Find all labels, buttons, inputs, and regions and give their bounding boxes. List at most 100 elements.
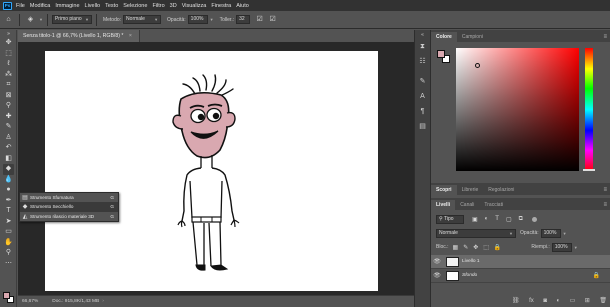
filter-type-icon[interactable]: T [495, 216, 499, 222]
tab-librerie[interactable]: Librerie [457, 185, 484, 195]
zoom-level[interactable]: 66,67% [22, 299, 38, 304]
new-layer-icon[interactable]: ⊞ [585, 297, 590, 304]
zoom-tool-icon[interactable]: ⚲ [3, 248, 14, 259]
marquee-tool-icon[interactable]: ⬚ [3, 49, 14, 60]
menu-visualizza[interactable]: Visualizza [182, 3, 207, 9]
glyphs-panel-icon[interactable]: ▤ [415, 120, 430, 134]
expand-chevrons-icon[interactable]: « [415, 31, 430, 39]
healing-brush-tool-icon[interactable]: ✚ [3, 112, 14, 123]
lock-icon[interactable]: 🔒 [593, 272, 600, 279]
menu-filtro[interactable]: Filtro [152, 3, 164, 9]
bucket-tool-preset-icon[interactable]: ◈ [26, 15, 35, 24]
layer-row-sfondo[interactable]: 👁 Sfondo 🔒 [431, 269, 610, 283]
tab-livelli[interactable]: Livelli [431, 200, 456, 210]
menu-livello[interactable]: Livello [85, 3, 101, 9]
blend-mode-select[interactable]: Normale ▼ [436, 228, 516, 238]
lasso-tool-icon[interactable]: ℓ [3, 59, 14, 70]
menu-selezione[interactable]: Selezione [123, 3, 147, 9]
flyout-item-3d-material-drop[interactable]: ◭ Strumento rilascio materiale 3D G [20, 212, 118, 221]
more-tools-icon[interactable]: ⋯ [3, 259, 14, 270]
paint-bucket-tool-icon[interactable]: ◆ [3, 164, 14, 175]
frame-tool-icon[interactable]: ⊠ [3, 91, 14, 102]
panel-menu-icon[interactable]: ≡ [603, 200, 607, 210]
filter-adjustment-icon[interactable]: ◐ [485, 216, 489, 222]
chevron-down-icon[interactable]: ▼ [39, 17, 43, 22]
dodge-tool-icon[interactable]: ● [3, 185, 14, 196]
adjustment-layer-icon[interactable]: ◐ [556, 298, 560, 304]
tab-regolazioni[interactable]: Regolazioni [483, 185, 519, 195]
hue-slider-handle[interactable] [583, 169, 595, 171]
pen-tool-icon[interactable]: ✒ [3, 196, 14, 207]
layer-opacity-input[interactable]: 100% [540, 228, 561, 238]
rectangle-tool-icon[interactable]: ▭ [3, 227, 14, 238]
filter-smart-object-icon[interactable]: ⧉ [519, 216, 523, 223]
filter-toggle-icon[interactable] [531, 216, 537, 222]
lock-artboard-icon[interactable]: ⬚ [483, 244, 489, 251]
blur-tool-icon[interactable]: 💧 [3, 175, 14, 186]
history-panel-icon[interactable]: ⧗ [415, 40, 430, 54]
flyout-item-gradient[interactable]: ▤ Strumento Sfumatura G [20, 193, 118, 202]
close-tab-icon[interactable]: × [129, 33, 132, 39]
eraser-tool-icon[interactable]: ◧ [3, 154, 14, 165]
move-tool-icon[interactable]: ✥ [3, 38, 14, 49]
method-select[interactable]: Normale ▼ [123, 15, 162, 24]
visibility-eye-icon[interactable]: 👁 [431, 258, 443, 265]
chevron-down-icon[interactable]: ▼ [210, 17, 214, 22]
filter-shape-icon[interactable]: ▢ [506, 216, 512, 223]
tab-tracciati[interactable]: Tracciati [479, 200, 508, 210]
eyedropper-tool-icon[interactable]: ⚲ [3, 101, 14, 112]
crop-tool-icon[interactable]: ⌗ [3, 80, 14, 91]
type-tool-icon[interactable]: T [3, 206, 14, 217]
opacity-input[interactable]: 100% [187, 15, 208, 24]
magic-wand-tool-icon[interactable]: ⁂ [3, 70, 14, 81]
menu-aiuto[interactable]: Aiuto [236, 3, 249, 9]
document-tab[interactable]: Senza titolo-1 @ 66,7% (Livello 1, RGB/8… [18, 30, 140, 42]
brush-panel-icon[interactable]: ✎ [415, 75, 430, 89]
tolerance-input[interactable]: 32 [236, 15, 251, 24]
layer-filter-kind-select[interactable]: ⚲ Tipo [436, 214, 464, 224]
character-panel-icon[interactable]: A [415, 90, 430, 104]
layer-style-icon[interactable]: fx [529, 298, 534, 304]
menu-3d[interactable]: 3D [170, 3, 177, 9]
anti-alias-checkbox[interactable]: ☑ [255, 15, 264, 24]
lock-all-icon[interactable]: 🔒 [494, 244, 501, 251]
lock-transparency-icon[interactable]: ▦ [453, 244, 459, 251]
chevron-down-icon[interactable]: ▼ [574, 245, 578, 250]
filter-pixel-icon[interactable]: ▣ [472, 216, 478, 223]
new-group-icon[interactable]: ▭ [570, 297, 576, 304]
panel-menu-icon[interactable]: ≡ [603, 32, 607, 42]
tab-canali[interactable]: Canali [455, 200, 479, 210]
delete-layer-icon[interactable]: 🗑 [599, 297, 607, 304]
menu-modifica[interactable]: Modifica [30, 3, 50, 9]
menu-immagine[interactable]: Immagine [55, 3, 79, 9]
hand-tool-icon[interactable]: ✋ [3, 238, 14, 249]
path-selection-tool-icon[interactable]: ➤ [3, 217, 14, 228]
brush-tool-icon[interactable]: ✎ [3, 122, 14, 133]
color-picker-cursor[interactable] [475, 63, 480, 68]
add-mask-icon[interactable]: ◙ [543, 298, 547, 304]
collapse-chevrons-icon[interactable]: » [3, 30, 14, 38]
link-layers-icon[interactable]: ⛓ [512, 297, 520, 304]
visibility-eye-icon[interactable]: 👁 [431, 272, 443, 279]
color-field[interactable] [456, 48, 579, 171]
hue-slider[interactable] [583, 48, 595, 171]
menu-file[interactable]: File [16, 3, 25, 9]
layer-row-livello-1[interactable]: 👁 Livello 1 [431, 255, 610, 269]
foreground-color-swatch[interactable] [3, 292, 10, 299]
lock-position-icon[interactable]: ✥ [473, 244, 478, 251]
chevron-down-icon[interactable]: ▼ [563, 231, 567, 236]
lock-image-icon[interactable]: ✎ [463, 244, 468, 251]
properties-panel-icon[interactable]: ☷ [415, 55, 430, 69]
fill-input[interactable]: 100% [551, 242, 572, 252]
clone-stamp-tool-icon[interactable]: ♙ [3, 133, 14, 144]
menu-finestra[interactable]: Finestra [211, 3, 231, 9]
chevron-right-icon[interactable]: › [102, 299, 104, 304]
tab-colore[interactable]: Colore [431, 32, 457, 42]
canvas[interactable] [45, 51, 378, 291]
tab-scopri[interactable]: Scopri [431, 185, 457, 195]
home-icon[interactable]: ⌂ [4, 15, 13, 24]
flyout-item-paint-bucket[interactable]: ◆ Strumento Secchiello G [20, 202, 118, 212]
contiguous-checkbox[interactable]: ☑ [268, 15, 277, 24]
tab-campioni[interactable]: Campioni [457, 32, 488, 42]
color-panel-foreground-swatch[interactable] [437, 50, 445, 58]
